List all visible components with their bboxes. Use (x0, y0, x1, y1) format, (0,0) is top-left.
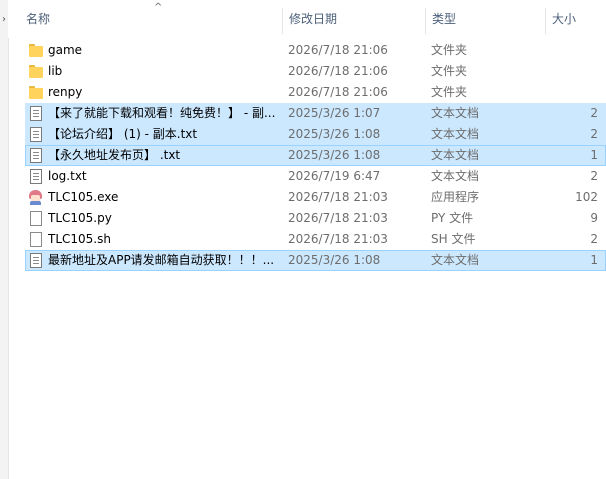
file-row[interactable]: renpy 2026/7/18 21:06 文件夹 (25, 82, 606, 103)
file-date: 2025/3/26 1:08 (288, 253, 381, 267)
file-type: 文本文档 (431, 106, 480, 120)
file-row[interactable]: 最新地址及APP请发邮箱自动获取！！！... 2025/3/26 1:08 文本文档… (25, 250, 606, 271)
column-header-size[interactable]: 大小 (546, 0, 606, 38)
file-row[interactable]: log.txt 2026/7/19 6:47 文本文档 2 (25, 166, 606, 187)
file-type: 文件夹 (431, 64, 468, 78)
file-type: 文本文档 (431, 169, 480, 183)
file-name: 【永久地址发布页】 .txt (48, 148, 181, 162)
file-date: 2025/3/26 1:08 (288, 127, 381, 141)
file-size: 1 (590, 148, 598, 162)
folder-icon (29, 64, 43, 79)
sh-file-icon (30, 232, 42, 247)
column-header-type-label: 类型 (432, 12, 457, 26)
file-name: game (48, 43, 83, 57)
column-header-size-label: 大小 (552, 12, 577, 26)
file-size: 2 (590, 232, 598, 246)
file-date: 2026/7/18 21:03 (288, 232, 388, 246)
column-header-date[interactable]: 修改日期 (283, 0, 426, 38)
column-header-name[interactable]: 名称 (20, 0, 283, 38)
file-type: SH 文件 (431, 232, 476, 246)
file-size: 9 (590, 211, 598, 225)
chevron-right-icon[interactable]: › (0, 14, 8, 25)
column-header-row: ^ 名称 修改日期 类型 大小 (8, 0, 606, 38)
file-size: 2 (590, 169, 598, 183)
file-name: 【论坛介绍】 (1) - 副本.txt (48, 127, 198, 141)
file-type: 文本文档 (431, 127, 480, 141)
file-row[interactable]: TLC105.sh 2026/7/18 21:03 SH 文件 2 (25, 229, 606, 250)
file-date: 2026/7/18 21:06 (288, 43, 388, 57)
file-row[interactable]: 【来了就能下载和观看！纯免费！】 - 副... 2025/3/26 1:07 文本文… (25, 103, 606, 124)
file-type: 文本文档 (431, 148, 480, 162)
text-file-icon (30, 127, 42, 142)
file-type: PY 文件 (431, 211, 474, 225)
file-date: 2026/7/18 21:03 (288, 190, 388, 204)
file-size: 102 (575, 190, 598, 204)
text-file-icon (30, 148, 42, 163)
file-name: lib (48, 64, 63, 78)
file-type: 应用程序 (431, 190, 480, 204)
file-date: 2025/3/26 1:07 (288, 106, 381, 120)
file-name: TLC105.exe (48, 190, 119, 204)
file-name: 【来了就能下载和观看！纯免费！】 - 副... (48, 106, 276, 120)
text-file-icon (30, 253, 42, 268)
file-row[interactable]: lib 2026/7/18 21:06 文件夹 (25, 61, 606, 82)
file-size: 2 (590, 127, 598, 141)
text-file-icon (30, 169, 42, 184)
folder-icon (29, 43, 43, 58)
column-header-date-label: 修改日期 (289, 12, 338, 26)
file-date: 2026/7/19 6:47 (288, 169, 381, 183)
file-name: log.txt (48, 169, 87, 183)
app-icon (28, 190, 43, 205)
file-type: 文件夹 (431, 85, 468, 99)
file-date: 2026/7/18 21:06 (288, 85, 388, 99)
file-size: 1 (590, 253, 598, 267)
file-row[interactable]: 【论坛介绍】 (1) - 副本.txt 2025/3/26 1:08 文本文档 2 (25, 124, 606, 145)
file-name: TLC105.py (48, 211, 112, 225)
file-list: game 2026/7/18 21:06 文件夹 lib 2026/7/18 21:06… (25, 40, 606, 271)
file-type: 文件夹 (431, 43, 468, 57)
column-header-name-label: 名称 (26, 12, 51, 26)
file-name: renpy (48, 85, 83, 99)
file-date: 2025/3/26 1:08 (288, 148, 381, 162)
py-file-icon (30, 211, 42, 226)
file-type: 文本文档 (431, 253, 480, 267)
file-size: 2 (590, 106, 598, 120)
file-name: TLC105.sh (48, 232, 111, 246)
folder-icon (29, 85, 43, 100)
file-date: 2026/7/18 21:03 (288, 211, 388, 225)
file-row[interactable]: TLC105.exe 2026/7/18 21:03 应用程序 102 (25, 187, 606, 208)
file-row[interactable]: 【永久地址发布页】 .txt 2025/3/26 1:08 文本文档 1 (25, 145, 606, 166)
file-row[interactable]: TLC105.py 2026/7/18 21:03 PY 文件 9 (25, 208, 606, 229)
file-date: 2026/7/18 21:06 (288, 64, 388, 78)
column-header-type[interactable]: 类型 (426, 0, 546, 38)
text-file-icon (30, 106, 42, 121)
file-row[interactable]: game 2026/7/18 21:06 文件夹 (25, 40, 606, 61)
navigation-pane-edge[interactable]: › (0, 0, 9, 479)
file-name: 最新地址及APP请发邮箱自动获取！！！... (48, 253, 275, 267)
